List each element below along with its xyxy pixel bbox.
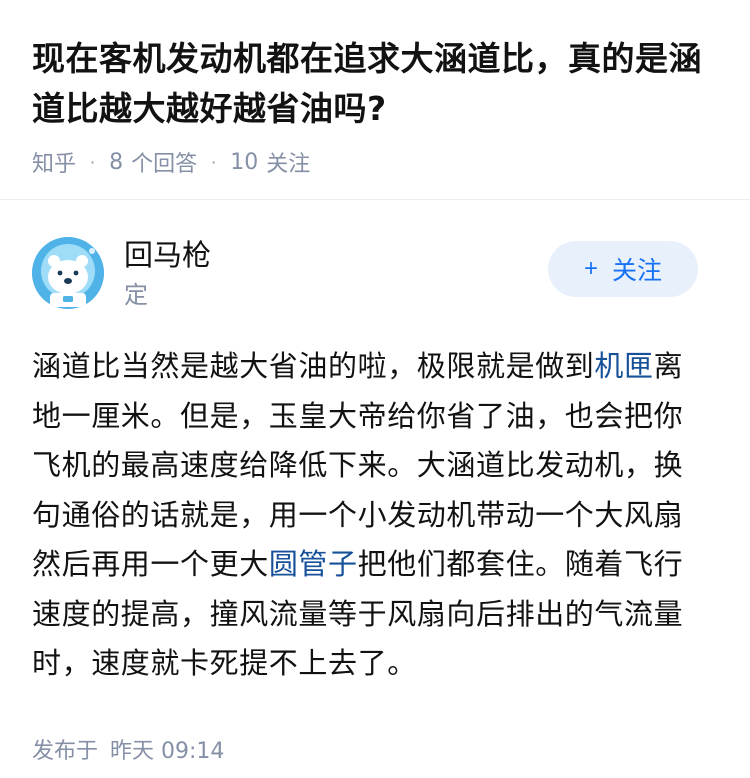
meta-separator: · [211,152,217,172]
answer-content: 涵道比当然是越大省油的啦，极限就是做到机匣离地一厘米。但是，玉皇大帝给你省了油，… [32,342,704,689]
source-label[interactable]: 知乎 [32,146,76,178]
follow-button[interactable]: + 关注 [548,241,698,297]
question-meta: 知乎 · 8 个回答 · 10 关注 [32,146,718,178]
polar-bear-astronaut-icon [32,237,104,309]
answers-count: 8 [109,149,124,175]
question-title[interactable]: 现在客机发动机都在追求大涵道比，真的是涵道比越大越好越省油吗? [32,34,718,134]
answer-card: 回马枪 定 + 关注 涵道比当然是越大省油的啦，极限就是做到机匣离地一厘米。但是… [0,200,750,765]
content-text: 涵道比当然是越大省油的啦，极限就是做到 [32,349,595,383]
meta-separator: · [90,152,96,172]
plus-icon: + [583,255,598,282]
keyword-link-jixia[interactable]: 机匣 [594,349,653,383]
publish-time: 昨天 09:14 [110,738,225,764]
followers-count: 10 [230,149,259,175]
publish-info: 发布于 昨天 09:14 [32,733,718,765]
publish-label: 发布于 [32,738,99,764]
keyword-link-yuanguanzi[interactable]: 圆管子 [269,547,358,581]
author-subtitle: 定 [124,280,148,309]
avatar[interactable] [32,237,104,309]
author-name[interactable]: 回马枪 [124,237,211,273]
answers-label[interactable]: 个回答 [131,146,197,178]
author-info: 回马枪 定 [124,237,211,310]
question-header: 现在客机发动机都在追求大涵道比，真的是涵道比越大越好越省油吗? 知乎 · 8 个… [0,0,750,200]
author-row: 回马枪 定 + 关注 [32,236,718,310]
followers-label[interactable]: 关注 [266,146,310,178]
follow-button-label: 关注 [612,257,663,285]
